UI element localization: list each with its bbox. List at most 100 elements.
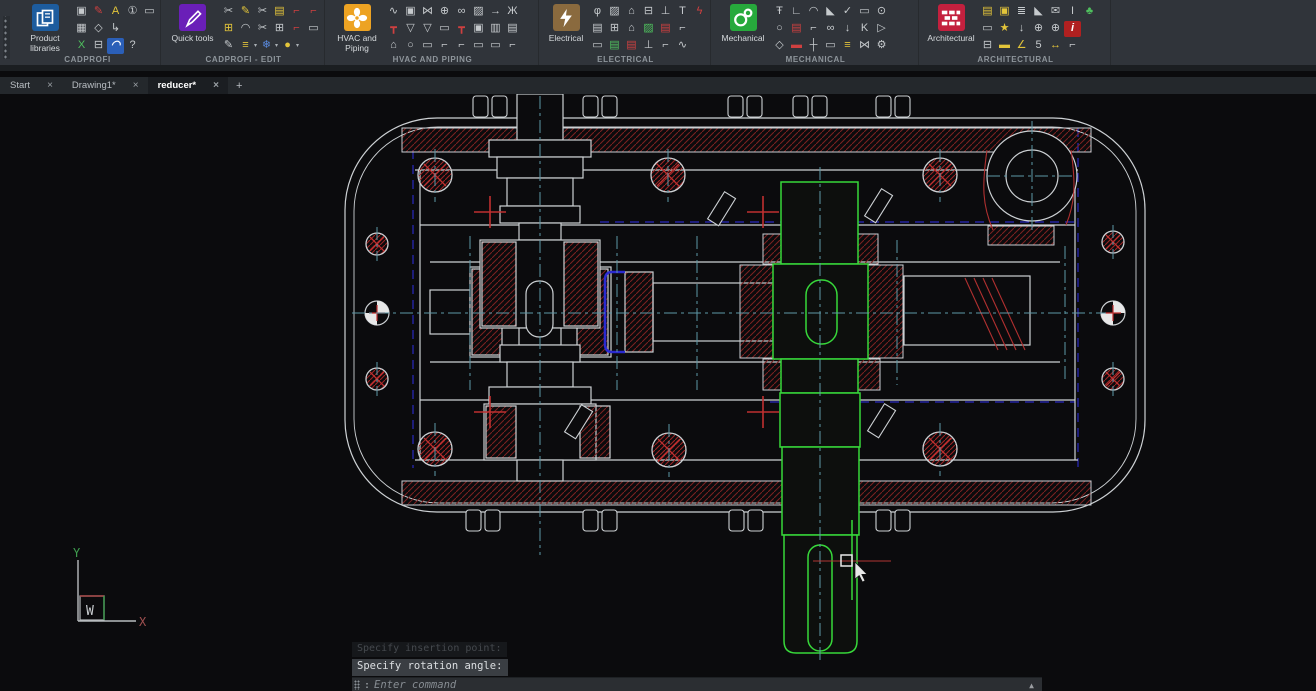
wedge-icon[interactable]: ◣ (822, 4, 839, 20)
freeze-layers-icon[interactable]: ❄ (258, 38, 275, 54)
tab-close-icon[interactable]: × (44, 80, 56, 91)
command-input[interactable]: Enter command (374, 679, 1021, 691)
curve-icon[interactable]: ◠ (805, 4, 822, 20)
magnifier-icon[interactable]: ⊙ (873, 4, 890, 20)
pipe-elbow-b-icon[interactable]: ⌐ (305, 4, 322, 20)
specification-icon[interactable]: ▦ (73, 21, 90, 37)
scheme-box-icon[interactable]: ▣ (402, 4, 419, 20)
elbow-a-icon[interactable]: ⌐ (436, 38, 453, 54)
rhombus-icon[interactable]: ◇ (771, 38, 788, 54)
funnel-b-icon[interactable]: ▽ (419, 21, 436, 37)
excel-export-icon[interactable]: X (73, 38, 90, 54)
hvac-button[interactable]: HVAC and Piping (329, 2, 385, 54)
frame-icon[interactable]: ▭ (856, 4, 873, 20)
pipe-end-icon[interactable]: ▭ (436, 21, 453, 37)
electrical-button[interactable]: Electrical (543, 2, 589, 54)
divide-pipe-icon[interactable]: ✂ (254, 21, 271, 37)
pipe-elbow-a-icon[interactable]: ⌐ (288, 4, 305, 20)
duct-section-icon[interactable]: ▤ (504, 21, 521, 37)
shaft-break-icon[interactable]: ⋈ (856, 38, 873, 54)
wand-yellow-icon[interactable]: ★ (996, 21, 1013, 37)
help-icon[interactable]: ? (124, 38, 141, 54)
duct-box-icon[interactable]: ▭ (487, 38, 504, 54)
insert-block-icon[interactable]: ▤ (271, 4, 288, 20)
red-block-icon[interactable]: ▬ (788, 38, 805, 54)
edit-fitting-icon[interactable]: ⊞ (220, 21, 237, 37)
lightning-red-icon[interactable]: ϟ (691, 4, 708, 20)
break-line-icon[interactable]: ┼ (805, 38, 822, 54)
i-beam-icon[interactable]: I (1064, 4, 1081, 20)
render-material-icon[interactable]: ● (279, 38, 296, 54)
k-factor-icon[interactable]: K (856, 21, 873, 37)
taper-icon[interactable]: ▷ (873, 21, 890, 37)
print-icon[interactable]: ⊟ (90, 38, 107, 54)
section-yellow-icon[interactable]: ▬ (996, 38, 1013, 54)
bolt-icon[interactable]: Ŧ (771, 4, 788, 20)
layers-yellow-icon[interactable]: ≡ (839, 38, 856, 54)
command-bar-grip[interactable] (354, 680, 360, 690)
window-yellow-icon[interactable]: ▣ (996, 4, 1013, 20)
tray-red-icon[interactable]: ▤ (623, 38, 640, 54)
stairs-icon[interactable]: ≣ (1013, 4, 1030, 20)
attach-tool-icon[interactable]: ✂ (254, 4, 271, 20)
flat-tray-icon[interactable]: ▭ (589, 38, 606, 54)
flex-cable-icon[interactable]: ∿ (674, 38, 691, 54)
corner-fill-icon[interactable]: ◣ (1030, 4, 1047, 20)
drawing-canvas[interactable]: Y X W (0, 94, 1316, 691)
tee-insulated-icon[interactable]: ┳ (453, 21, 470, 37)
tab-drawing1[interactable]: Drawing1*× (62, 77, 148, 94)
envelope-icon[interactable]: ✉ (1047, 4, 1064, 20)
small-elbow-icon[interactable]: ⌐ (288, 21, 305, 37)
panel-grip[interactable] (0, 0, 13, 65)
switch-icon[interactable]: ⌂ (623, 4, 640, 20)
tree-icon[interactable]: ♣ (1081, 4, 1098, 20)
window-grid-icon[interactable]: ⊞ (606, 21, 623, 37)
flat-duct-icon[interactable]: ▭ (419, 38, 436, 54)
freeze-layers-dropdown[interactable]: ▾ (275, 42, 278, 49)
target-a-icon[interactable]: ⊕ (1030, 21, 1047, 37)
new-tab-button[interactable]: + (228, 80, 250, 92)
junction-icon[interactable]: ⊥ (640, 38, 657, 54)
arc-fitting-icon[interactable]: ◠ (237, 21, 254, 37)
t-connector-icon[interactable]: T (674, 4, 691, 20)
copy-drawing-icon[interactable]: ▣ (73, 4, 90, 20)
tab-start[interactable]: Start× (0, 77, 62, 94)
damper-icon[interactable]: ⊕ (436, 4, 453, 20)
tab-reducer[interactable]: reducer*× (148, 77, 228, 94)
sanitary-icon[interactable]: ⌂ (385, 38, 402, 54)
switch-red-icon[interactable]: ▤ (657, 21, 674, 37)
command-symbol-icon[interactable]: ◇ (90, 21, 107, 37)
checkmark-icon[interactable]: ✓ (839, 4, 856, 20)
arc-segment-icon[interactable]: ◠ (107, 38, 124, 54)
equipment-icon[interactable]: ▨ (470, 4, 487, 20)
tab-close-icon[interactable]: × (210, 80, 222, 91)
number-one-icon[interactable]: ① (124, 4, 141, 20)
ceiling-lamp-icon[interactable]: ⌂ (623, 21, 640, 37)
pole-switch-icon[interactable]: φ (589, 4, 606, 20)
frame-window-icon[interactable]: ▭ (141, 4, 158, 20)
slope-yellow-icon[interactable]: ∠ (1013, 38, 1030, 54)
stairs-green-icon[interactable]: ▨ (640, 21, 657, 37)
radiator-icon[interactable]: ▥ (487, 21, 504, 37)
join-box-icon[interactable]: ⊞ (271, 21, 288, 37)
socket-icon[interactable]: ⊟ (640, 4, 657, 20)
alphabet-text-icon[interactable]: A (107, 4, 124, 20)
mechanical-button[interactable]: Mechanical (715, 2, 771, 54)
hatch-yellow-icon[interactable]: ▤ (979, 4, 996, 20)
product-libraries-button[interactable]: Product libraries (17, 2, 73, 54)
tray-green-icon[interactable]: ▤ (606, 38, 623, 54)
panel-icon[interactable]: ▤ (589, 21, 606, 37)
command-expand-button[interactable]: ▲ (1021, 681, 1042, 690)
tab-close-icon[interactable]: × (130, 80, 142, 91)
axis-number-icon[interactable]: 5 (1030, 38, 1047, 54)
tray-elbow-icon[interactable]: ⌐ (657, 38, 674, 54)
layout-plan-icon[interactable]: ⊟ (979, 38, 996, 54)
pump-pair-icon[interactable]: ∞ (453, 4, 470, 20)
tee-red-icon[interactable]: ┳ (385, 21, 402, 37)
line-styles-icon[interactable]: ≡ (237, 38, 254, 54)
target-b-icon[interactable]: ⊕ (1047, 21, 1064, 37)
architectural-button[interactable]: Architectural (923, 2, 979, 54)
valve-icon[interactable]: ⋈ (419, 4, 436, 20)
surface-finish-icon[interactable]: ⌐ (805, 21, 822, 37)
chain-link-icon[interactable]: ∞ (822, 21, 839, 37)
